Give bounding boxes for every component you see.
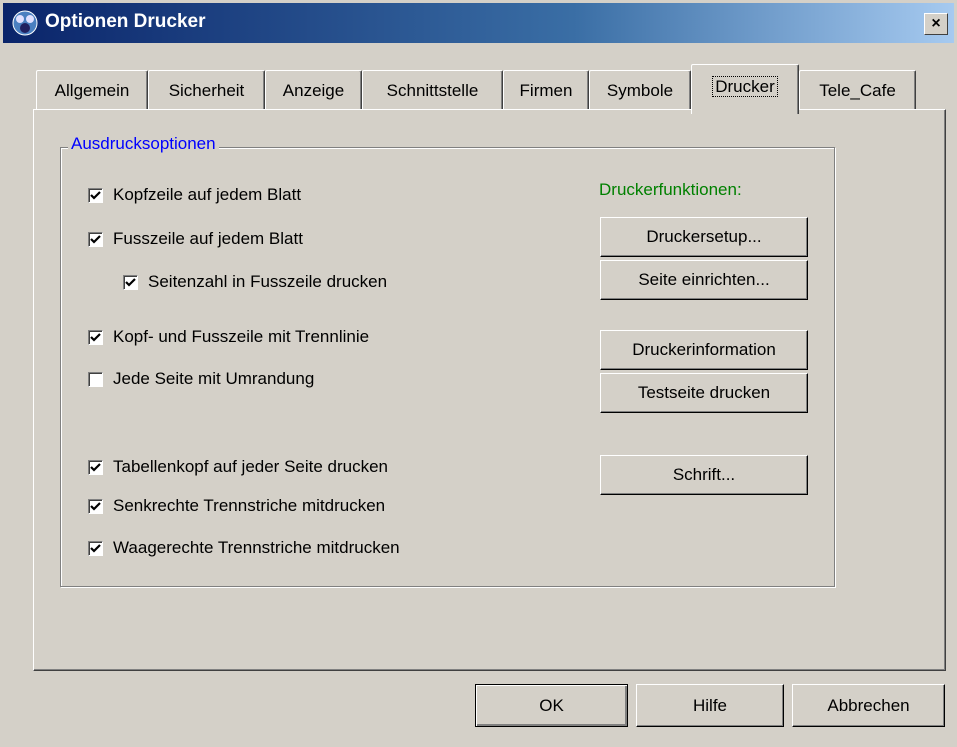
button-label: Hilfe: [692, 695, 727, 715]
tab-label: Schnittstelle: [386, 81, 479, 100]
checkbox-separator-line[interactable]: Kopf- und Fusszeile mit Trennlinie: [88, 326, 369, 348]
tab-label: Tele_Cafe: [819, 81, 896, 100]
checkbox-box[interactable]: [88, 540, 103, 556]
checkbox-box[interactable]: [88, 459, 103, 475]
checkbox-label: Kopf- und Fusszeile mit Trennlinie: [113, 327, 370, 346]
tab-label: Firmen: [519, 81, 573, 100]
checkbox-header-every-page[interactable]: Kopfzeile auf jedem Blatt: [88, 184, 301, 206]
tab-anzeige[interactable]: Anzeige: [265, 70, 362, 110]
help-button[interactable]: Hilfe: [636, 684, 784, 727]
tab-firmen[interactable]: Firmen: [503, 70, 589, 110]
tab-drucker[interactable]: Drucker: [691, 64, 799, 114]
page-setup-button[interactable]: Seite einrichten...: [600, 260, 808, 300]
button-label: Testseite drucken: [637, 383, 771, 402]
tab-allgemein[interactable]: Allgemein: [36, 70, 148, 110]
checkbox-box[interactable]: [88, 498, 103, 514]
tab-schnittstelle[interactable]: Schnittstelle: [362, 70, 503, 110]
test-page-button[interactable]: Testseite drucken: [600, 373, 808, 413]
checkbox-box[interactable]: [88, 371, 103, 387]
checkbox-box[interactable]: [88, 329, 103, 345]
tab-label: Sicherheit: [168, 81, 245, 100]
button-label: OK: [539, 695, 564, 715]
checkbox-vertical-lines[interactable]: Senkrechte Trennstriche mitdrucken: [88, 495, 385, 517]
close-icon: ×: [931, 15, 941, 32]
tab-label: Symbole: [606, 81, 674, 100]
checkbox-table-header-every-page[interactable]: Tabellenkopf auf jeder Seite drucken: [88, 456, 388, 478]
cancel-button[interactable]: Abbrechen: [792, 684, 945, 727]
checkbox-label: Fusszeile auf jedem Blatt: [113, 229, 303, 248]
checkbox-box[interactable]: [88, 231, 103, 247]
close-button[interactable]: ×: [924, 13, 948, 35]
tab-tele-cafe[interactable]: Tele_Cafe: [799, 70, 916, 110]
app-icon: [11, 9, 39, 37]
printer-setup-button[interactable]: Druckersetup...: [600, 217, 808, 257]
title-bar: Optionen Drucker ×: [3, 3, 954, 43]
checkbox-box[interactable]: [88, 187, 103, 203]
checkbox-horizontal-lines[interactable]: Waagerechte Trennstriche mitdrucken: [88, 537, 400, 559]
button-label: Seite einrichten...: [638, 270, 770, 289]
tab-symbole[interactable]: Symbole: [589, 70, 691, 110]
checkbox-page-border[interactable]: Jede Seite mit Umrandung: [88, 368, 314, 390]
checkbox-footer-every-page[interactable]: Fusszeile auf jedem Blatt: [88, 228, 303, 250]
tab-sicherheit[interactable]: Sicherheit: [148, 70, 265, 110]
tab-label: Allgemein: [54, 81, 130, 100]
printer-functions-heading: Druckerfunktionen:: [599, 180, 742, 199]
checkbox-label: Waagerechte Trennstriche mitdrucken: [113, 538, 400, 557]
checkbox-label: Senkrechte Trennstriche mitdrucken: [113, 496, 386, 515]
options-dialog: Optionen Drucker × Allgemein Sicherheit …: [0, 0, 957, 747]
checkbox-label: Seitenzahl in Fusszeile drucken: [148, 272, 388, 291]
checkbox-box[interactable]: [123, 274, 138, 290]
font-button[interactable]: Schrift...: [600, 455, 808, 495]
checkbox-label: Tabellenkopf auf jeder Seite drucken: [113, 457, 389, 476]
group-legend: Ausdrucksoptionen: [68, 134, 219, 154]
tab-label: Drucker: [712, 76, 778, 97]
checkbox-label: Kopfzeile auf jedem Blatt: [113, 185, 302, 204]
ok-button[interactable]: OK: [475, 684, 628, 727]
tab-label: Anzeige: [282, 81, 345, 100]
button-label: Druckerinformation: [632, 340, 776, 359]
checkbox-page-number-footer[interactable]: Seitenzahl in Fusszeile drucken: [123, 271, 387, 293]
window-title: Optionen Drucker: [45, 11, 206, 32]
printer-information-button[interactable]: Druckerinformation: [600, 330, 808, 370]
button-label: Schrift...: [672, 465, 736, 484]
checkbox-label: Jede Seite mit Umrandung: [113, 369, 315, 388]
button-label: Abbrechen: [827, 695, 910, 715]
button-label: Druckersetup...: [646, 227, 762, 246]
